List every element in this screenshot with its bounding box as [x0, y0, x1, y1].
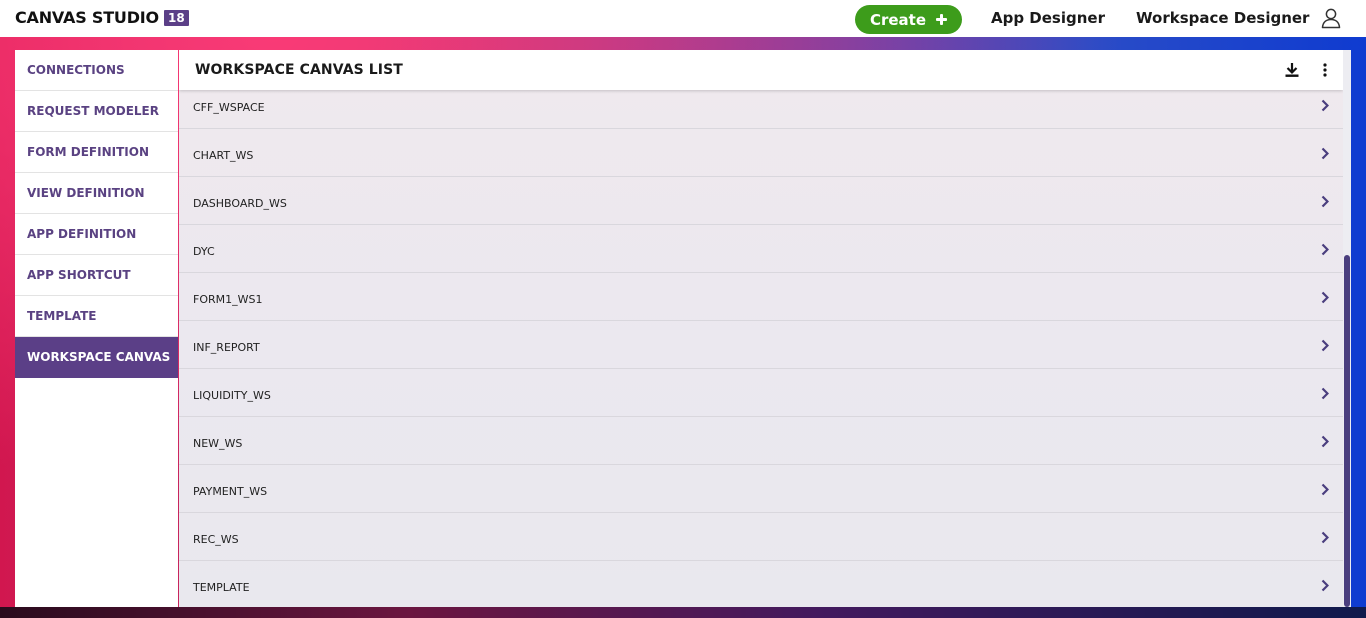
list-item-label: DASHBOARD_WS [193, 197, 287, 210]
chevron-right-icon [1321, 579, 1329, 592]
brand[interactable]: CANVAS STUDIO 18 [15, 8, 189, 27]
list-item[interactable]: FORM1_WS1 [179, 273, 1343, 321]
list-item-label: LIQUIDITY_WS [193, 389, 271, 402]
background-bottom-strip [0, 607, 1366, 618]
list-item-label: FORM1_WS1 [193, 293, 263, 306]
list-item[interactable]: LIQUIDITY_WS [179, 369, 1343, 417]
sidebar-item-app-definition[interactable]: APP DEFINITION [15, 214, 178, 255]
sidebar-item-request-modeler[interactable]: REQUEST MODELER [15, 91, 178, 132]
top-header: CANVAS STUDIO 18 Create App Designer Wor… [0, 0, 1366, 37]
download-icon[interactable] [1284, 62, 1300, 78]
list-item[interactable]: DASHBOARD_WS [179, 177, 1343, 225]
chevron-right-icon [1321, 147, 1329, 160]
list-item[interactable]: CHART_WS [179, 129, 1343, 177]
list-item-label: NEW_WS [193, 437, 243, 450]
list-item[interactable]: INF_REPORT [179, 321, 1343, 369]
list-item-label: REC_WS [193, 533, 239, 546]
chevron-right-icon [1321, 291, 1329, 304]
sidebar-item-app-shortcut[interactable]: APP SHORTCUT [15, 255, 178, 296]
list-item-label: INF_REPORT [193, 341, 260, 354]
user-icon[interactable] [1320, 7, 1342, 29]
sidebar-item-form-definition[interactable]: FORM DEFINITION [15, 132, 178, 173]
chevron-right-icon [1321, 483, 1329, 496]
chevron-right-icon [1321, 339, 1329, 352]
list-item[interactable]: REC_WS [179, 513, 1343, 561]
sidebar-item-view-definition[interactable]: VIEW DEFINITION [15, 173, 178, 214]
create-button[interactable]: Create [855, 5, 962, 34]
plus-icon [936, 14, 948, 25]
chevron-right-icon [1321, 531, 1329, 544]
list-item[interactable]: NEW_WS [179, 417, 1343, 465]
main-panel: WORKSPACE CANVAS LIST CFF_WSPACE CHART_W… [179, 50, 1343, 607]
workspace-canvas-list: CFF_WSPACE CHART_WS DASHBOARD_WS DYC FOR… [179, 83, 1343, 607]
page-title: WORKSPACE CANVAS LIST [195, 62, 403, 78]
sidebar-item-template[interactable]: TEMPLATE [15, 296, 178, 337]
nav-workspace-designer[interactable]: Workspace Designer [1136, 9, 1309, 27]
list-item[interactable]: TEMPLATE [179, 561, 1343, 607]
create-button-label: Create [869, 10, 927, 29]
scrollbar-thumb[interactable] [1344, 255, 1350, 607]
list-item-label: TEMPLATE [193, 581, 250, 594]
chevron-right-icon [1321, 99, 1329, 112]
version-badge: 18 [163, 9, 189, 26]
list-item-label: DYC [193, 245, 215, 258]
more-vertical-icon[interactable] [1320, 62, 1330, 78]
list-item-label: CHART_WS [193, 149, 254, 162]
brand-name: CANVAS STUDIO [15, 8, 159, 27]
sidebar: CONNECTIONS REQUEST MODELER FORM DEFINIT… [15, 50, 178, 607]
list-item[interactable]: DYC [179, 225, 1343, 273]
list-item[interactable]: PAYMENT_WS [179, 465, 1343, 513]
list-item-label: PAYMENT_WS [193, 485, 268, 498]
list-item-label: CFF_WSPACE [193, 101, 265, 114]
chevron-right-icon [1321, 435, 1329, 448]
nav-app-designer[interactable]: App Designer [991, 9, 1105, 27]
chevron-right-icon [1321, 387, 1329, 400]
chevron-right-icon [1321, 195, 1329, 208]
chevron-right-icon [1321, 243, 1329, 256]
panel-header: WORKSPACE CANVAS LIST [179, 50, 1343, 90]
sidebar-item-connections[interactable]: CONNECTIONS [15, 50, 178, 91]
sidebar-item-workspace-canvas[interactable]: WORKSPACE CANVAS [15, 337, 178, 378]
